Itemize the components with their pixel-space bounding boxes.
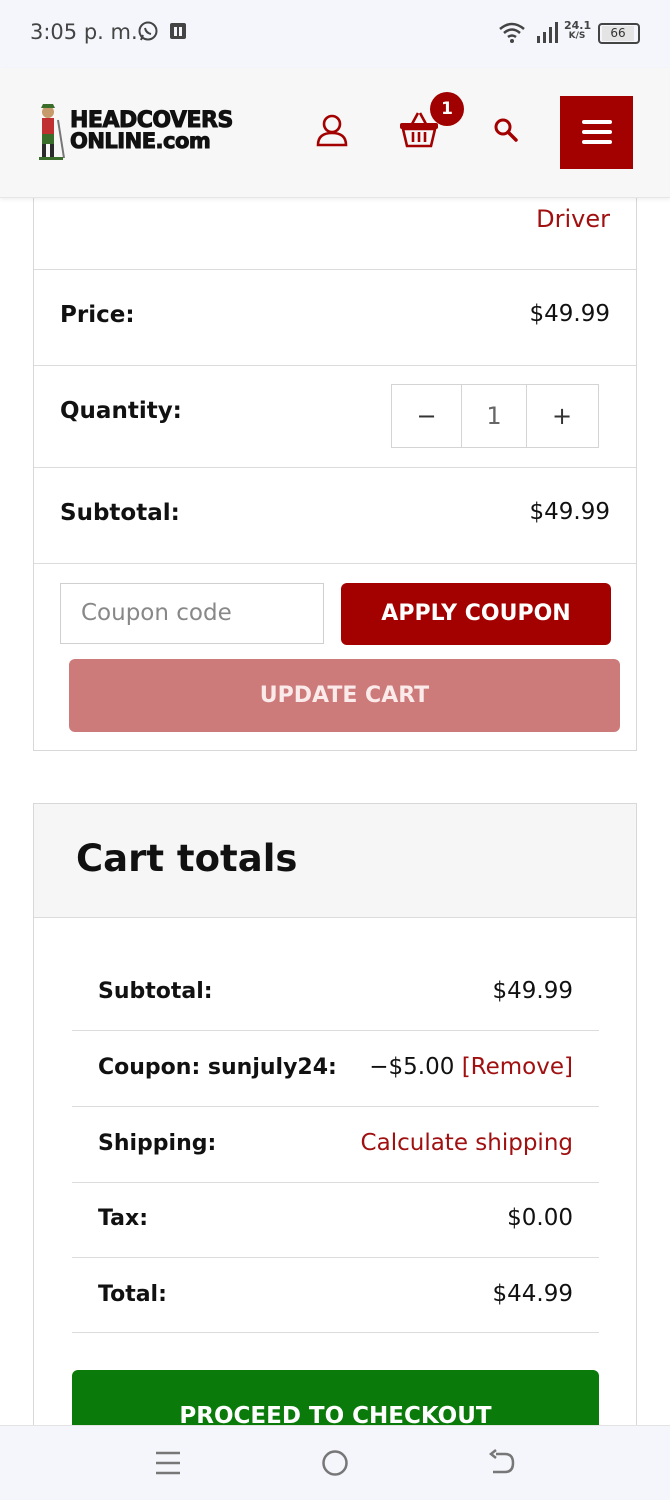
tax-value: $0.00: [507, 1205, 573, 1231]
coupon-code-input[interactable]: Coupon code: [60, 583, 324, 644]
hamburger-menu-button[interactable]: [560, 96, 633, 169]
hamburger-menu-icon-bar: [582, 140, 612, 144]
wifi-icon: [499, 22, 525, 43]
row-divider: [72, 1332, 599, 1333]
totals-subtotal-label: Subtotal:: [98, 979, 213, 1004]
system-nav-bar: [0, 1425, 670, 1500]
cart-count-badge[interactable]: 1: [430, 92, 464, 126]
row-divider: [72, 1182, 599, 1183]
battery-level: 66: [602, 26, 634, 41]
account-icon[interactable]: [315, 113, 349, 147]
row-divider: [34, 467, 636, 468]
apply-coupon-button[interactable]: APPLY COUPON: [341, 583, 611, 645]
cart-totals-title: Cart totals: [76, 837, 298, 880]
status-bar: 3:05 p. m. 24.1 K/S 66: [0, 0, 670, 68]
hamburger-menu-icon-bar: [582, 130, 612, 134]
tax-label: Tax:: [98, 1206, 149, 1231]
signal-icon: [537, 22, 558, 43]
back-arrow-icon[interactable]: [488, 1449, 516, 1477]
price-label: Price:: [60, 302, 135, 328]
subtotal-value: $49.99: [529, 499, 610, 525]
status-time: 3:05 p. m.: [30, 20, 138, 44]
calculate-shipping-link[interactable]: Calculate shipping: [361, 1130, 573, 1156]
golfer-mascot-icon: [39, 104, 65, 160]
cart-item-table: Driver Price: $49.99 Quantity: − 1 + Sub…: [33, 198, 637, 751]
total-label: Total:: [98, 1282, 167, 1307]
shipping-label: Shipping:: [98, 1131, 217, 1156]
logo-text: HEADCOVERS ONLINE.com: [70, 108, 234, 153]
update-cart-button[interactable]: UPDATE CART: [69, 659, 620, 732]
quantity-input[interactable]: 1: [462, 385, 527, 447]
totals-subtotal-value: $49.99: [492, 978, 573, 1004]
subtotal-label: Subtotal:: [60, 500, 180, 526]
search-icon[interactable]: [493, 117, 519, 143]
total-value: $44.99: [492, 1281, 573, 1307]
quantity-increase-button[interactable]: +: [527, 385, 597, 447]
remove-coupon-link[interactable]: [Remove]: [462, 1054, 573, 1080]
net-speed: 24.1 K/S: [564, 19, 592, 42]
logo-line-1: HEADCOVERS: [70, 108, 234, 133]
cart-totals-header: Cart totals: [34, 804, 636, 918]
recent-apps-icon[interactable]: [155, 1449, 181, 1477]
quantity-decrease-button[interactable]: −: [392, 385, 462, 447]
price-value: $49.99: [529, 301, 610, 327]
quantity-stepper: − 1 +: [391, 384, 599, 448]
net-speed-value: 24.1: [564, 19, 592, 32]
quantity-label: Quantity:: [60, 398, 182, 424]
row-divider: [72, 1106, 599, 1107]
row-divider: [72, 1257, 599, 1258]
coupon-value: −$5.00 [Remove]: [369, 1054, 573, 1080]
coupon-label: Coupon: sunjuly24:: [98, 1055, 337, 1080]
app-notification-icon: [170, 23, 186, 39]
row-divider: [34, 563, 636, 564]
product-variant-link[interactable]: Driver: [536, 205, 610, 233]
site-logo[interactable]: HEADCOVERS ONLINE.com: [34, 102, 246, 162]
logo-line-2: ONLINE.com: [70, 129, 212, 153]
cart-totals-panel: Cart totals Subtotal: $49.99 Coupon: sun…: [33, 803, 637, 1450]
whatsapp-icon: [138, 21, 158, 41]
home-circle-icon[interactable]: [321, 1449, 349, 1477]
coupon-discount: −$5.00: [369, 1054, 455, 1080]
net-speed-unit: K/S: [568, 31, 586, 41]
row-divider: [34, 269, 636, 270]
battery-icon: 66: [598, 23, 640, 44]
row-divider: [34, 365, 636, 366]
row-divider: [72, 1030, 599, 1031]
hamburger-menu-icon: [582, 120, 612, 124]
